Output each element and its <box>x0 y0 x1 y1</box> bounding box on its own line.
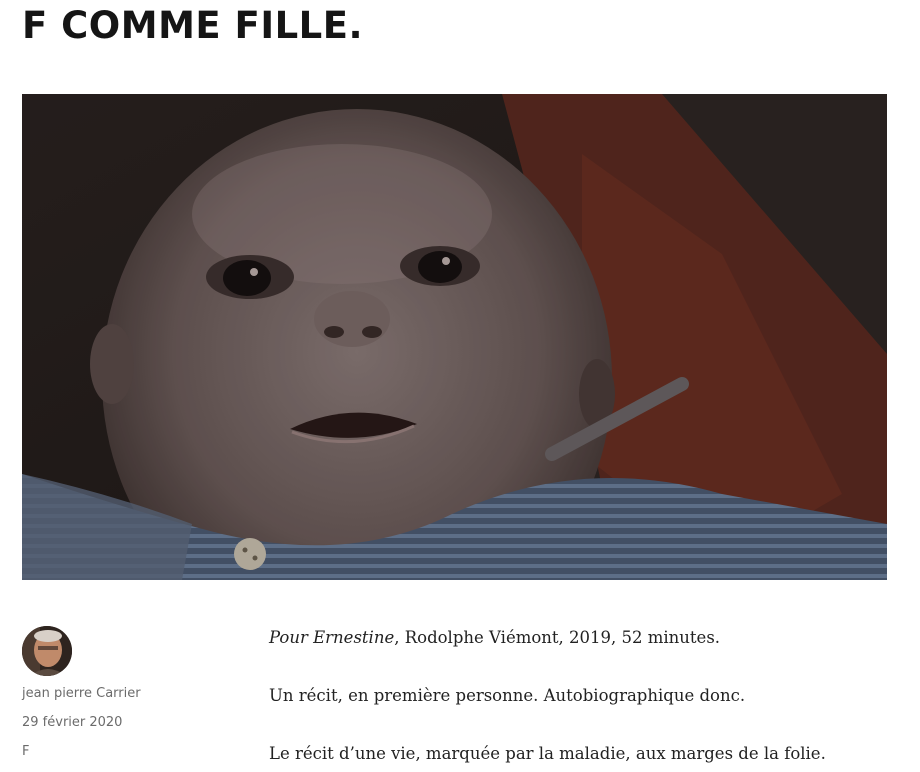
featured-image <box>22 94 887 580</box>
avatar-photo <box>22 626 72 676</box>
paragraph-summary: Le récit d’une vie, marquée par la malad… <box>269 744 826 763</box>
paragraph-credits: Pour Ernestine, Rodolphe Viémont, 2019, … <box>269 626 720 650</box>
category-link[interactable]: F <box>22 744 29 759</box>
author-avatar[interactable] <box>22 626 72 676</box>
post-title: F COMME FILLE. <box>22 4 364 47</box>
film-credits: , Rodolphe Viémont, 2019, 52 minutes. <box>394 628 721 647</box>
author-name-link[interactable]: jean pierre Carrier <box>22 686 141 701</box>
post-date[interactable]: 29 février 2020 <box>22 715 122 730</box>
film-title: Pour Ernestine <box>269 628 395 647</box>
baby-photo <box>22 94 887 580</box>
paragraph-intro: Un récit, en première personne. Autobiog… <box>269 686 746 705</box>
